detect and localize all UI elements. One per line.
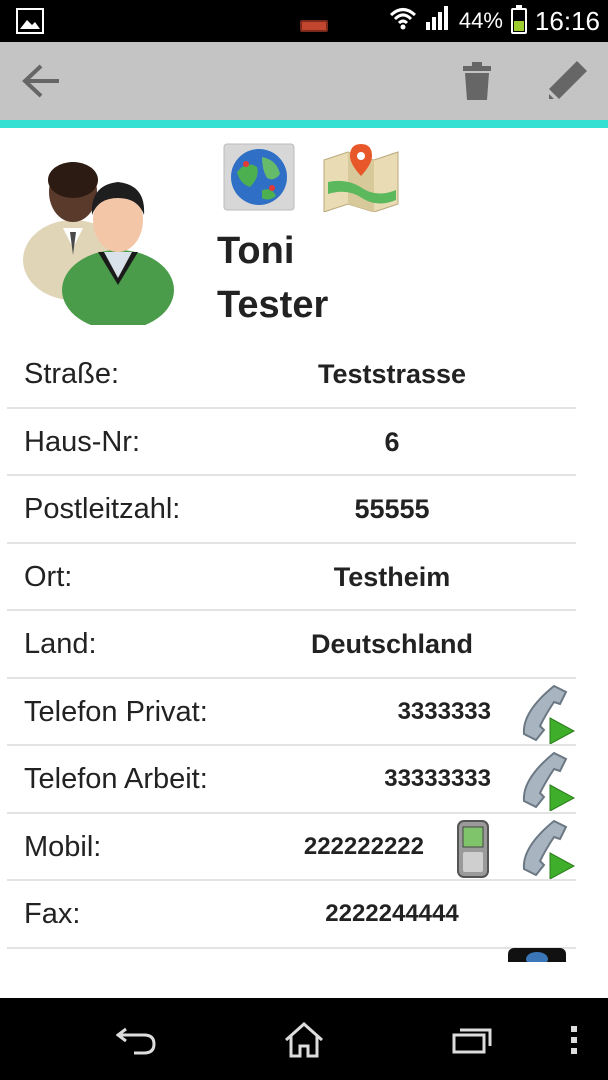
- status-bar: 44% 16:16: [0, 0, 608, 42]
- home-icon[interactable]: [264, 1010, 344, 1070]
- mobile-value: 222222222: [303, 832, 424, 860]
- recent-apps-icon[interactable]: [432, 1010, 512, 1070]
- action-bar-underline: [0, 120, 608, 128]
- list-item: Fax: 2222244444: [7, 881, 576, 949]
- globe-icon[interactable]: [222, 142, 296, 212]
- list-item: Land: Deutschland: [7, 611, 576, 679]
- first-name: Toni: [217, 230, 295, 272]
- email-icon[interactable]: [508, 948, 566, 962]
- city-value: Testheim: [333, 561, 451, 592]
- mobile-label: Mobil:: [24, 830, 102, 863]
- country-label: Land:: [24, 628, 97, 660]
- list-item: Postleitzahl: 55555: [7, 476, 576, 544]
- list-item: Haus-Nr: 6: [7, 409, 576, 476]
- contact-name: Toni Tester: [217, 224, 328, 332]
- street-value: Teststrasse: [317, 359, 467, 389]
- last-name: Tester: [217, 284, 329, 326]
- call-icon[interactable]: [514, 682, 576, 745]
- overflow-menu-icon[interactable]: [534, 1010, 608, 1070]
- city-label: Ort:: [24, 560, 73, 593]
- fax-label: Fax:: [24, 898, 81, 930]
- house-number-value: 6: [384, 426, 400, 457]
- call-icon[interactable]: [514, 817, 576, 880]
- wifi-icon: [389, 6, 417, 37]
- list-item: Ort: Testheim: [7, 544, 576, 611]
- list-item: Straße: Teststrasse: [7, 341, 576, 409]
- list-item: Mobil: 222222222: [7, 814, 576, 881]
- trash-icon[interactable]: [438, 42, 516, 120]
- contacts-avatar-icon: [18, 140, 178, 330]
- list-item: Telefon Arbeit: 33333333: [7, 746, 576, 814]
- back-arrow-icon[interactable]: [2, 42, 80, 120]
- phone-work-label: Telefon Arbeit:: [24, 763, 208, 795]
- navigation-bar: [0, 998, 608, 1080]
- battery-percent: 44%: [458, 8, 503, 33]
- street-label: Straße:: [24, 358, 120, 390]
- phone-private-label: Telefon Privat:: [24, 695, 208, 728]
- battery-icon: [510, 5, 527, 34]
- phone-private-value: 3333333: [397, 697, 491, 725]
- postal-code-label: Postleitzahl:: [24, 493, 181, 525]
- pencil-icon[interactable]: [528, 42, 606, 120]
- mobile-phone-icon[interactable]: [456, 819, 490, 879]
- house-number-label: Haus-Nr:: [24, 425, 141, 458]
- signal-icon: [425, 5, 451, 37]
- phone-work-value: 33333333: [384, 765, 491, 792]
- country-value: Deutschland: [310, 629, 474, 659]
- map-icon[interactable]: [322, 142, 399, 213]
- contact-detail: Toni Tester Straße: Teststrasse Haus-Nr:…: [0, 128, 608, 998]
- action-bar: [0, 42, 608, 120]
- postal-code-value: 55555: [354, 494, 430, 524]
- back-icon[interactable]: [96, 1010, 176, 1070]
- call-icon[interactable]: [514, 749, 576, 812]
- detail-list: Straße: Teststrasse Haus-Nr: 6 Postleitz…: [7, 341, 576, 949]
- battery-alert-icon: [300, 20, 328, 32]
- clock: 16:16: [534, 5, 600, 36]
- image-icon: [16, 8, 44, 39]
- list-item: Telefon Privat: 3333333: [7, 679, 576, 746]
- fax-value: 2222244444: [325, 900, 459, 927]
